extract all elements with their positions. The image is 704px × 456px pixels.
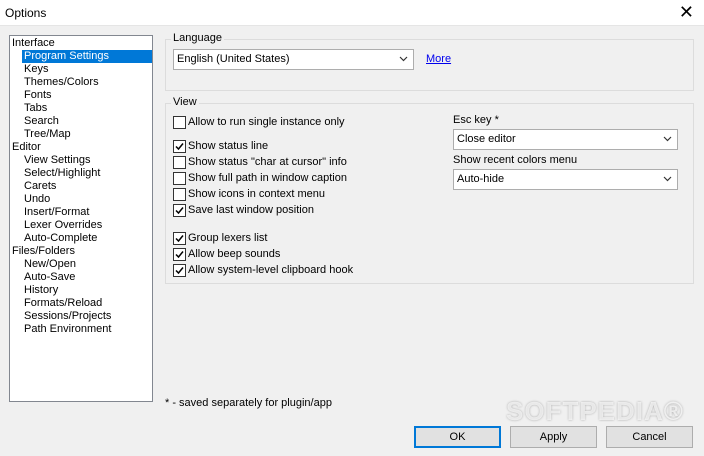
tree-item-editor[interactable]: Editor — [12, 141, 41, 154]
view-group-title: View — [171, 96, 199, 108]
tree-item-undo[interactable]: Undo — [24, 193, 50, 206]
checkmark-icon — [175, 267, 184, 275]
apply-button[interactable]: Apply — [510, 426, 597, 448]
checkbox-label: Allow system-level clipboard hook — [188, 264, 354, 276]
language-group-title: Language — [171, 32, 224, 44]
checkbox-label: Allow to run single instance only — [188, 116, 345, 128]
tree-item-lexer-overrides[interactable]: Lexer Overrides — [24, 219, 102, 232]
esc-key-select[interactable]: Close editor — [453, 129, 678, 150]
cancel-button[interactable]: Cancel — [606, 426, 693, 448]
checkbox-label: Show status "char at cursor" info — [188, 156, 347, 168]
checkbox-empty-icon[interactable] — [173, 116, 186, 129]
window-title: Options — [5, 6, 47, 20]
recent-colors-select[interactable]: Auto-hide — [453, 169, 678, 190]
checkbox-empty-icon[interactable] — [173, 156, 186, 169]
esc-key-value: Close editor — [457, 133, 516, 145]
ok-button[interactable]: OK — [414, 426, 501, 448]
tree-item-view-settings[interactable]: View Settings — [24, 154, 90, 167]
tree-item-program-settings[interactable]: Program Settings — [22, 50, 152, 63]
checkbox-checked-icon[interactable] — [173, 232, 186, 245]
footnote: * - saved separately for plugin/app — [165, 397, 332, 409]
close-icon[interactable] — [679, 1, 694, 23]
checkmark-icon — [175, 235, 184, 243]
tree-item-interface[interactable]: Interface — [12, 37, 55, 50]
tree-item-path-environment[interactable]: Path Environment — [24, 323, 111, 336]
title-bar: Options — [0, 0, 704, 26]
checkbox-checked-icon[interactable] — [173, 204, 186, 217]
checkbox-label: Allow beep sounds — [188, 248, 281, 260]
checkbox-checked-icon[interactable] — [173, 248, 186, 261]
tree-item-carets[interactable]: Carets — [24, 180, 56, 193]
tree-item-files-folders[interactable]: Files/Folders — [12, 245, 75, 258]
tree-item-history[interactable]: History — [24, 284, 58, 297]
esc-key-label: Esc key * — [453, 114, 499, 126]
checkmark-icon — [175, 143, 184, 151]
softpedia-watermark: SOFTPEDIA® — [506, 396, 684, 426]
chevron-down-icon — [399, 56, 408, 62]
more-link[interactable]: More — [426, 53, 451, 65]
tree-item-sessions-projects[interactable]: Sessions/Projects — [24, 310, 111, 323]
tree-item-insert-format[interactable]: Insert/Format — [24, 206, 89, 219]
tree-item-tree-map[interactable]: Tree/Map — [24, 128, 71, 141]
recent-colors-label: Show recent colors menu — [453, 154, 578, 166]
tree-item-auto-complete[interactable]: Auto-Complete — [24, 232, 97, 245]
category-tree[interactable]: Interface Program Settings Keys Themes/Colo… — [9, 35, 153, 402]
language-select-value: English (United States) — [177, 53, 290, 65]
tree-item-search[interactable]: Search — [24, 115, 59, 128]
tree-item-new-open[interactable]: New/Open — [24, 258, 76, 271]
language-select[interactable]: English (United States) — [173, 49, 414, 70]
view-group: View Esc key * Close editor Show recent … — [165, 96, 694, 284]
tree-item-themes-colors[interactable]: Themes/Colors — [24, 76, 99, 89]
checkbox-label: Save last window position — [188, 204, 314, 216]
checkbox-checked-icon[interactable] — [173, 264, 186, 277]
recent-colors-value: Auto-hide — [457, 173, 505, 185]
tree-item-tabs[interactable]: Tabs — [24, 102, 47, 115]
checkmark-icon — [175, 251, 184, 259]
checkbox-label: Group lexers list — [188, 232, 268, 244]
chevron-down-icon — [663, 136, 672, 142]
tree-item-keys[interactable]: Keys — [24, 63, 48, 76]
language-group: Language English (United States) More — [165, 32, 694, 91]
tree-item-formats-reload[interactable]: Formats/Reload — [24, 297, 102, 310]
tree-item-fonts[interactable]: Fonts — [24, 89, 52, 102]
checkbox-label: Show icons in context menu — [188, 188, 325, 200]
tree-item-auto-save[interactable]: Auto-Save — [24, 271, 75, 284]
chevron-down-icon — [663, 176, 672, 182]
tree-item-select-highlight[interactable]: Select/Highlight — [24, 167, 100, 180]
checkbox-label: Show status line — [188, 140, 269, 152]
checkbox-empty-icon[interactable] — [173, 172, 186, 185]
checkmark-icon — [175, 207, 184, 215]
checkbox-empty-icon[interactable] — [173, 188, 186, 201]
checkbox-label: Show full path in window caption — [188, 172, 347, 184]
checkbox-checked-icon[interactable] — [173, 140, 186, 153]
